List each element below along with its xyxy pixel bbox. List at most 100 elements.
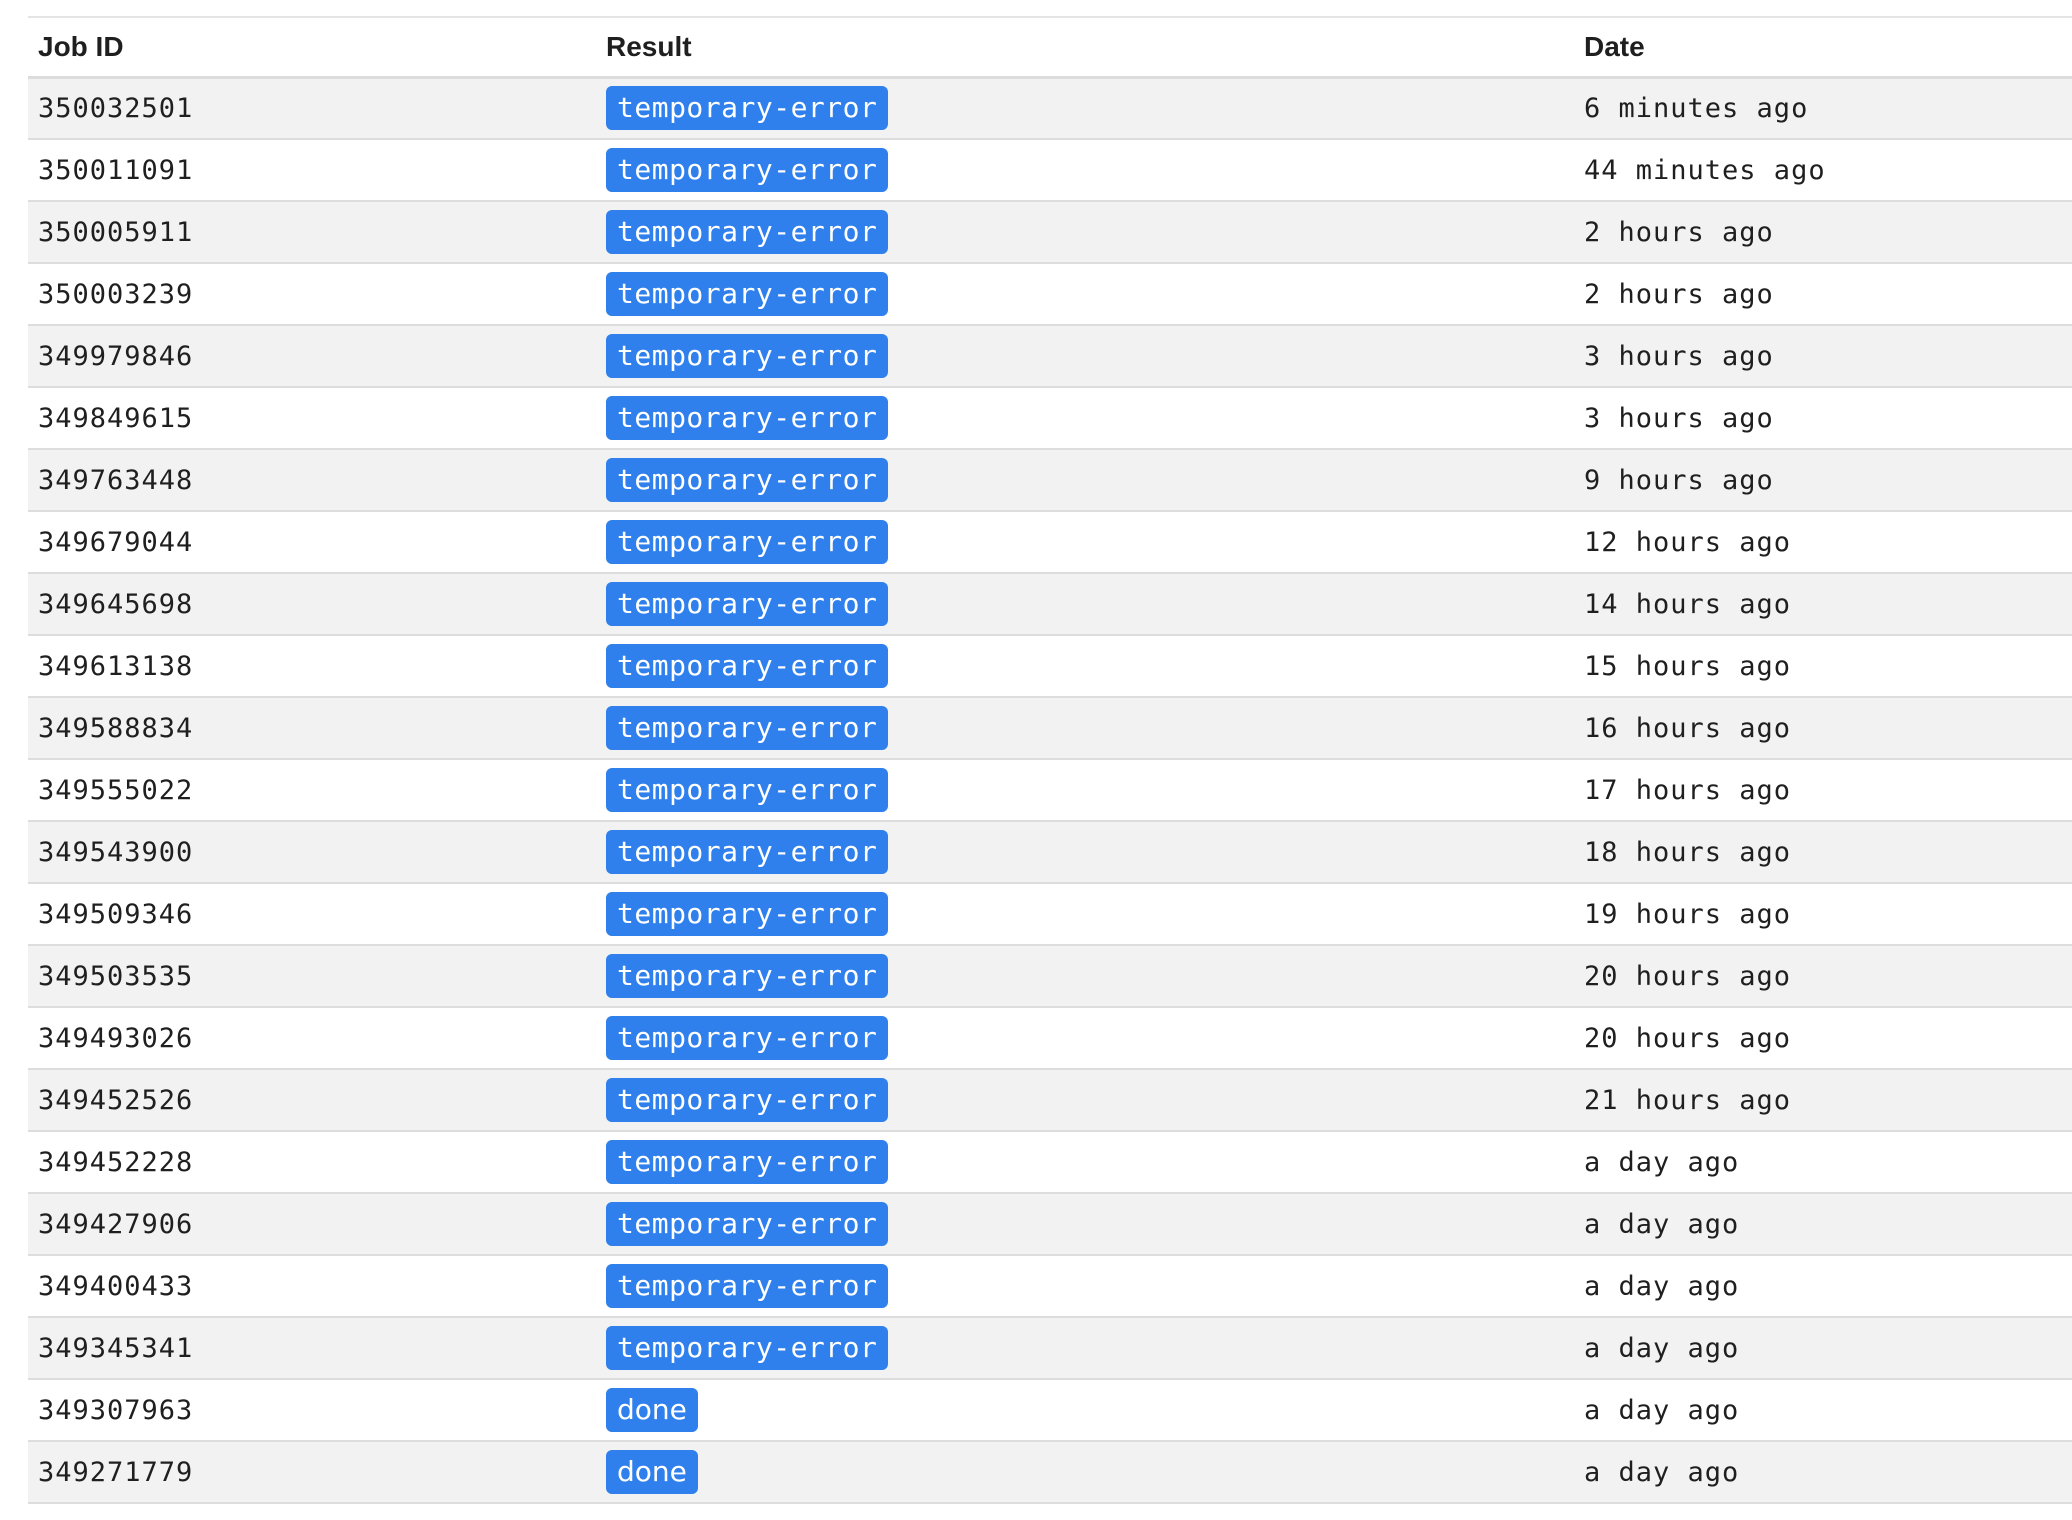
table-row[interactable]: 349503535 temporary-error 20 hours ago [28, 945, 2072, 1007]
result-cell: temporary-error [596, 1317, 1574, 1379]
status-badge: temporary-error [606, 86, 889, 131]
jobs-table: Job ID Result Date 350032501 temporary-er… [28, 16, 2072, 1504]
result-cell: temporary-error [596, 449, 1574, 511]
table-row[interactable]: 349452526 temporary-error 21 hours ago [28, 1069, 2072, 1131]
table-row[interactable]: 349679044 temporary-error 12 hours ago [28, 511, 2072, 573]
date-cell: 17 hours ago [1584, 774, 1792, 806]
date-cell: 18 hours ago [1584, 836, 1792, 868]
date-cell: 2 hours ago [1584, 278, 1774, 310]
job-id-cell[interactable]: 349979846 [28, 325, 596, 387]
result-cell: done [596, 1379, 1574, 1441]
job-id-cell[interactable]: 349543900 [28, 821, 596, 883]
table-row[interactable]: 349555022 temporary-error 17 hours ago [28, 759, 2072, 821]
status-badge: temporary-error [606, 1016, 889, 1060]
job-id-cell[interactable]: 349345341 [28, 1317, 596, 1379]
job-id-cell[interactable]: 350011091 [28, 139, 596, 201]
date-cell: 15 hours ago [1584, 650, 1792, 682]
job-id-cell[interactable]: 350005911 [28, 201, 596, 263]
table-row[interactable]: 349307963 done a day ago [28, 1379, 2072, 1441]
date-cell: 14 hours ago [1584, 588, 1792, 620]
job-id-cell[interactable]: 349307963 [28, 1379, 596, 1441]
status-badge: temporary-error [606, 210, 889, 254]
column-header-result[interactable]: Result [596, 17, 1574, 79]
table-header: Job ID Result Date [28, 17, 2072, 79]
column-header-job-id[interactable]: Job ID [28, 17, 596, 79]
status-badge: temporary-error [606, 644, 889, 688]
job-id-cell[interactable]: 349849615 [28, 387, 596, 449]
date-cell: 44 minutes ago [1584, 154, 1826, 186]
date-cell: 20 hours ago [1584, 960, 1792, 992]
job-id-cell[interactable]: 349493026 [28, 1007, 596, 1069]
status-badge: temporary-error [606, 520, 889, 564]
table-row[interactable]: 350005911 temporary-error 2 hours ago [28, 201, 2072, 263]
table-row[interactable]: 349400433 temporary-error a day ago [28, 1255, 2072, 1317]
job-id-cell[interactable]: 350003239 [28, 263, 596, 325]
job-id-cell[interactable]: 349509346 [28, 883, 596, 945]
date-cell: 12 hours ago [1584, 526, 1792, 558]
job-id-cell[interactable]: 349645698 [28, 573, 596, 635]
table-body: 350032501 temporary-error 6 minutes ago 350… [28, 77, 2072, 1503]
status-badge: temporary-error [606, 830, 889, 874]
table-row[interactable]: 349588834 temporary-error 16 hours ago [28, 697, 2072, 759]
job-id-cell[interactable]: 349452228 [28, 1131, 596, 1193]
job-id-cell[interactable]: 349588834 [28, 697, 596, 759]
table-row[interactable]: 349345341 temporary-error a day ago [28, 1317, 2072, 1379]
date-cell: 3 hours ago [1584, 340, 1774, 372]
job-id-cell[interactable]: 349679044 [28, 511, 596, 573]
date-cell: a day ago [1584, 1146, 1740, 1178]
table-row[interactable]: 349452228 temporary-error a day ago [28, 1131, 2072, 1193]
table-row[interactable]: 349493026 temporary-error 20 hours ago [28, 1007, 2072, 1069]
status-badge: temporary-error [606, 768, 889, 812]
job-id-cell[interactable]: 350032501 [28, 77, 596, 139]
job-id-cell[interactable]: 349400433 [28, 1255, 596, 1317]
result-cell: temporary-error [596, 325, 1574, 387]
table-row[interactable]: 349543900 temporary-error 18 hours ago [28, 821, 2072, 883]
table-row[interactable]: 349979846 temporary-error 3 hours ago [28, 325, 2072, 387]
table-row[interactable]: 349763448 temporary-error 9 hours ago [28, 449, 2072, 511]
table-row[interactable]: 350032501 temporary-error 6 minutes ago [28, 77, 2072, 139]
result-cell: temporary-error [596, 201, 1574, 263]
result-cell: done [596, 1441, 1574, 1503]
table-row[interactable]: 350011091 temporary-error 44 minutes ago [28, 139, 2072, 201]
result-cell: temporary-error [596, 1255, 1574, 1317]
date-cell: a day ago [1584, 1456, 1740, 1488]
table-row[interactable]: 350003239 temporary-error 2 hours ago [28, 263, 2072, 325]
result-cell: temporary-error [596, 1193, 1574, 1255]
result-cell: temporary-error [596, 77, 1574, 139]
table-row[interactable]: 349509346 temporary-error 19 hours ago [28, 883, 2072, 945]
date-cell: 9 hours ago [1584, 464, 1774, 496]
table-row[interactable]: 349645698 temporary-error 14 hours ago [28, 573, 2072, 635]
result-cell: temporary-error [596, 635, 1574, 697]
date-cell: a day ago [1584, 1332, 1740, 1364]
job-id-cell[interactable]: 349613138 [28, 635, 596, 697]
status-badge: temporary-error [606, 396, 889, 440]
table-row[interactable]: 349427906 temporary-error a day ago [28, 1193, 2072, 1255]
date-cell: 2 hours ago [1584, 216, 1774, 248]
result-cell: temporary-error [596, 883, 1574, 945]
table-row[interactable]: 349613138 temporary-error 15 hours ago [28, 635, 2072, 697]
header-row: Job ID Result Date [28, 17, 2072, 79]
table-row[interactable]: 349271779 done a day ago [28, 1441, 2072, 1503]
result-cell: temporary-error [596, 697, 1574, 759]
job-id-cell[interactable]: 349503535 [28, 945, 596, 1007]
job-id-cell[interactable]: 349271779 [28, 1441, 596, 1503]
job-id-cell[interactable]: 349763448 [28, 449, 596, 511]
job-id-cell[interactable]: 349555022 [28, 759, 596, 821]
status-badge: temporary-error [606, 1140, 889, 1184]
result-cell: temporary-error [596, 759, 1574, 821]
status-badge: temporary-error [606, 582, 889, 626]
status-badge: temporary-error [606, 1078, 889, 1122]
status-badge: temporary-error [606, 706, 889, 750]
date-cell: 19 hours ago [1584, 898, 1792, 930]
result-cell: temporary-error [596, 573, 1574, 635]
jobs-page: Job ID Result Date 350032501 temporary-er… [0, 0, 2072, 1520]
column-header-date[interactable]: Date [1574, 17, 2072, 79]
result-cell: temporary-error [596, 387, 1574, 449]
job-id-cell[interactable]: 349427906 [28, 1193, 596, 1255]
status-badge: temporary-error [606, 148, 889, 192]
job-id-cell[interactable]: 349452526 [28, 1069, 596, 1131]
status-badge: temporary-error [606, 334, 889, 378]
table-row[interactable]: 349849615 temporary-error 3 hours ago [28, 387, 2072, 449]
result-cell: temporary-error [596, 821, 1574, 883]
status-badge: done [606, 1450, 698, 1494]
